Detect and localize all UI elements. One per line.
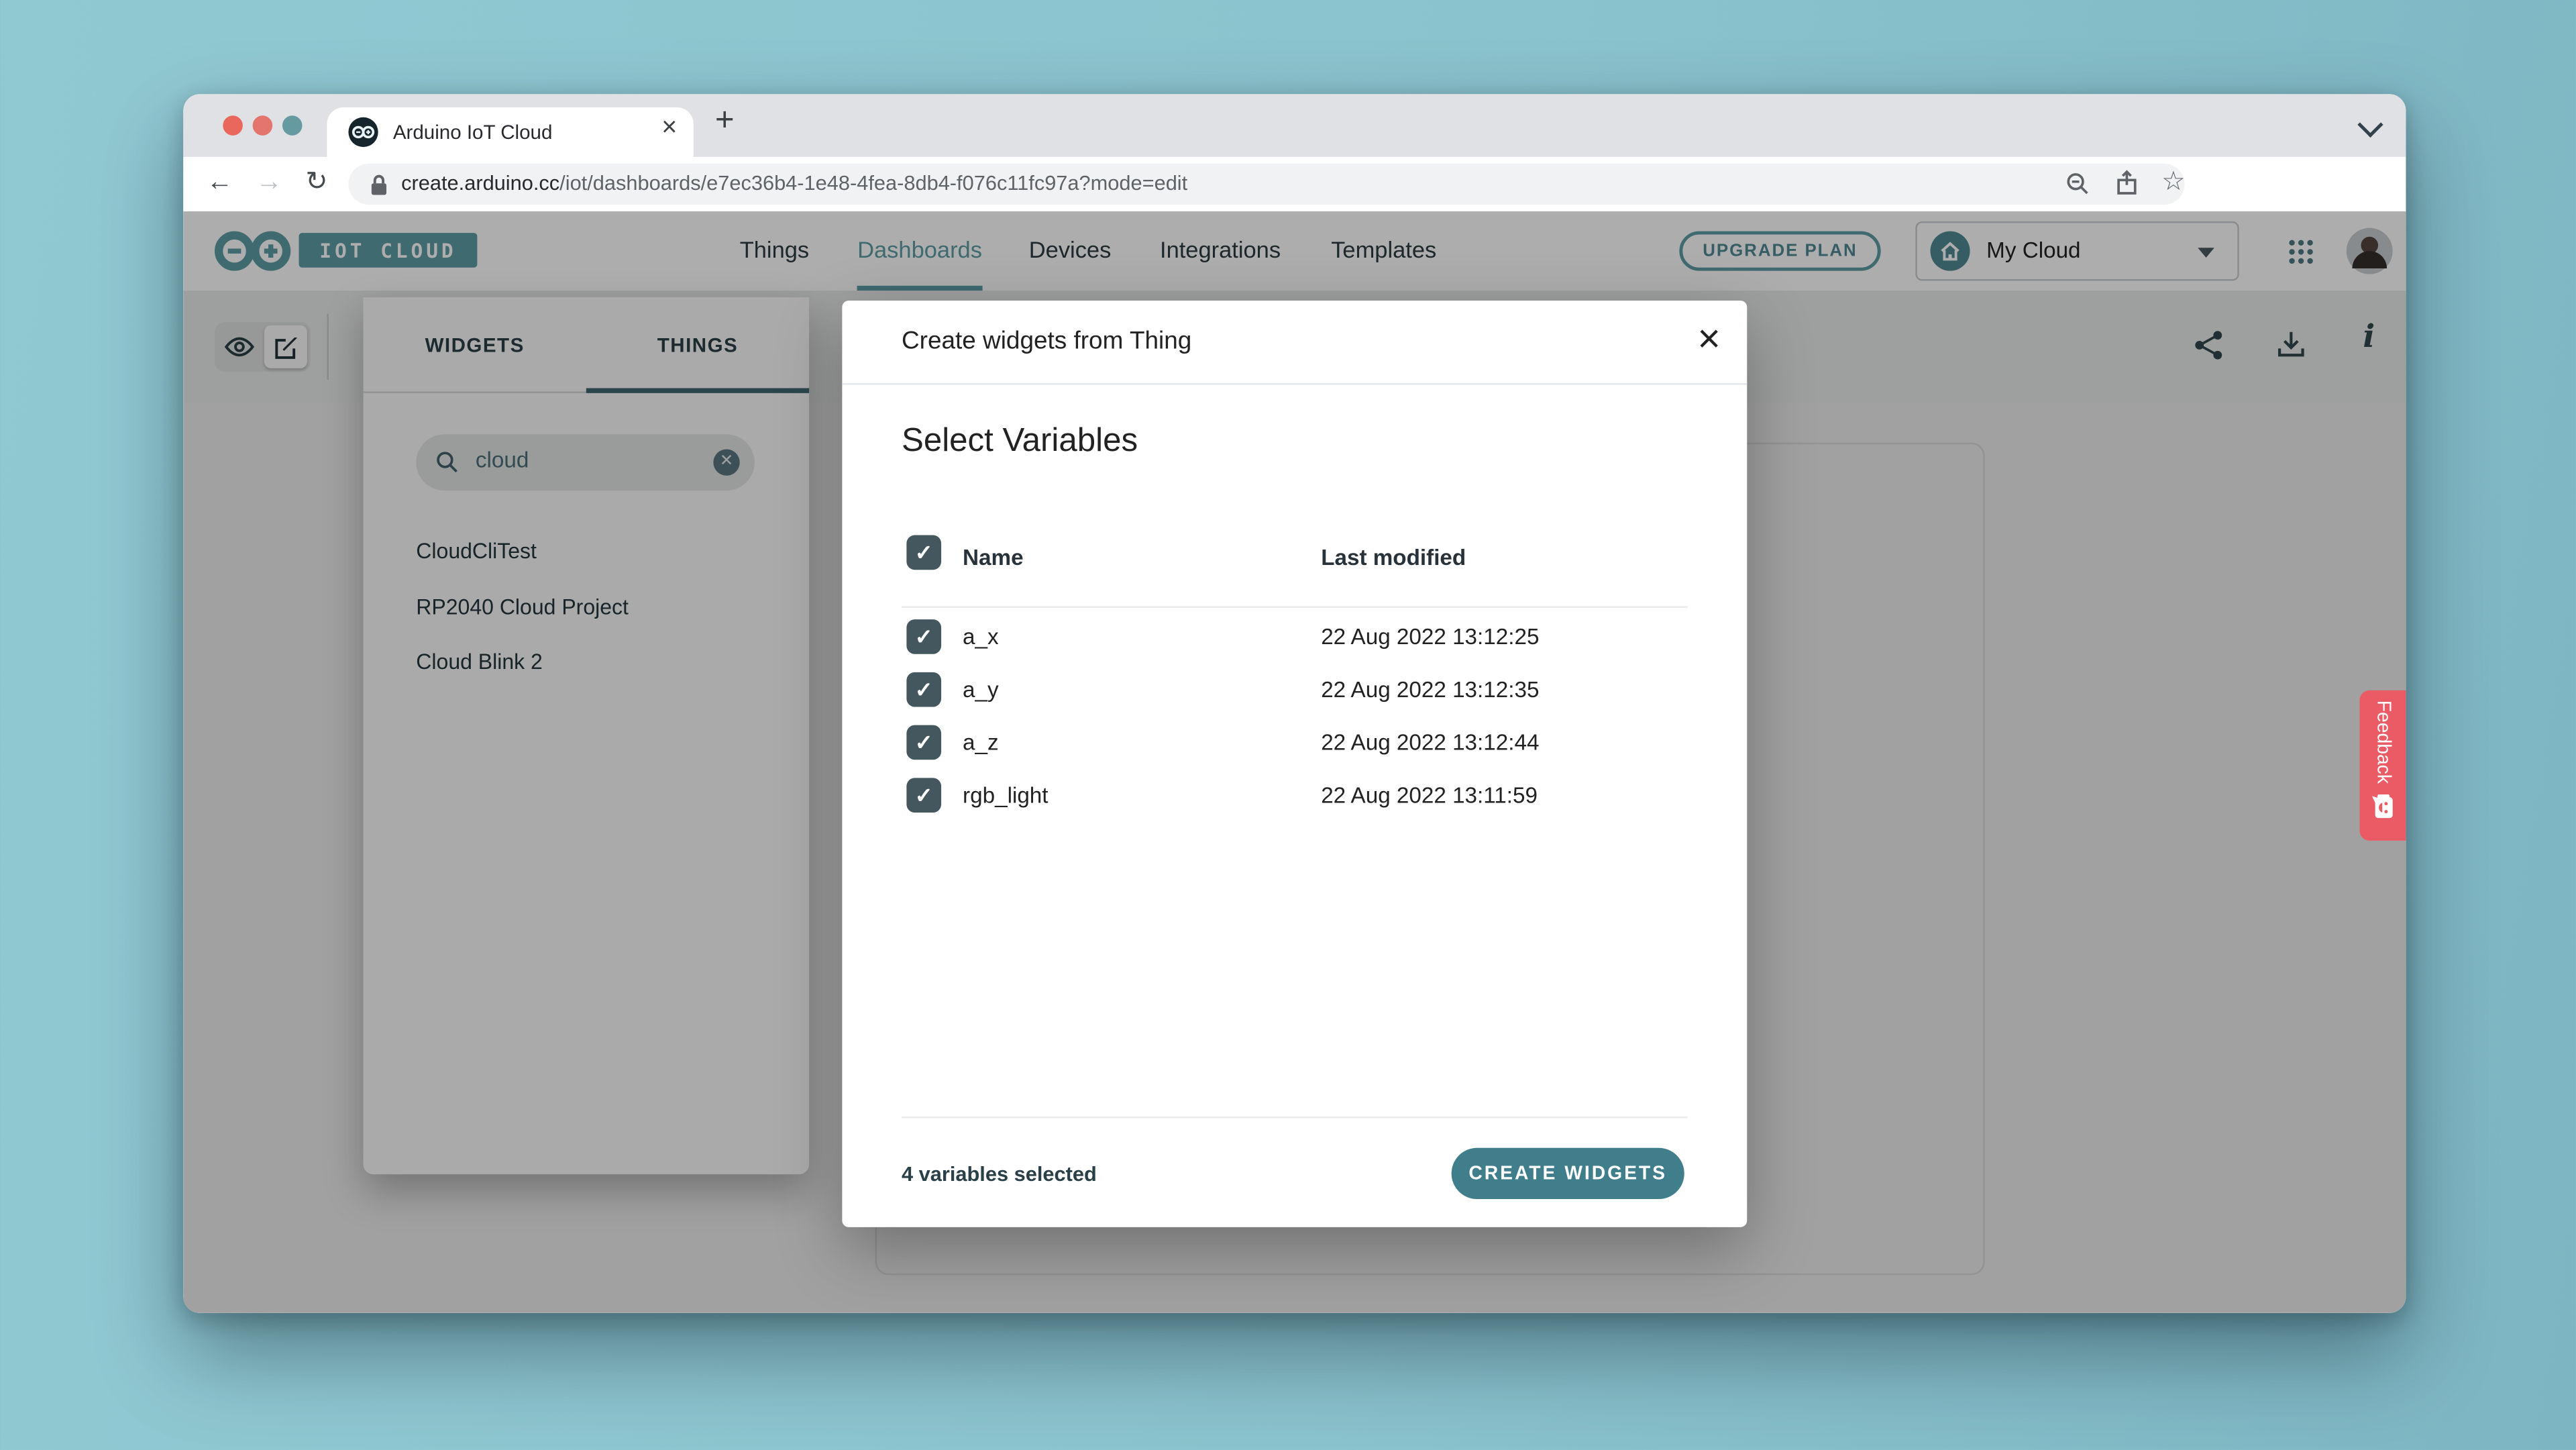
- modal-header: Create widgets from Thing ×: [842, 301, 1747, 385]
- variable-name: a_x: [963, 624, 999, 649]
- reload-button[interactable]: ↻: [305, 165, 327, 201]
- window-zoom-button[interactable]: [282, 115, 303, 136]
- variable-last-modified: 22 Aug 2022 13:11:59: [1321, 783, 1538, 808]
- lock-icon: [370, 173, 388, 196]
- variable-checkbox[interactable]: ✓: [906, 672, 941, 707]
- variable-name: rgb_light: [963, 783, 1048, 808]
- variable-name: a_y: [963, 677, 999, 702]
- create-widgets-modal: Create widgets from Thing × Select Varia…: [842, 301, 1747, 1227]
- variable-last-modified: 22 Aug 2022 13:12:35: [1321, 677, 1539, 702]
- modal-close-icon[interactable]: ×: [1697, 315, 1720, 365]
- variable-checkbox[interactable]: ✓: [906, 778, 941, 813]
- arduino-favicon-icon: [348, 117, 378, 147]
- browser-tab-strip: Arduino IoT Cloud × +: [183, 94, 2406, 157]
- variable-checkbox[interactable]: ✓: [906, 725, 941, 760]
- column-last-modified: Last modified: [1321, 545, 1466, 570]
- selected-count-text: 4 variables selected: [902, 1163, 1097, 1186]
- bookmark-star-icon[interactable]: ☆: [2161, 165, 2185, 198]
- window-close-button[interactable]: [223, 115, 243, 136]
- variable-row: ✓ a_y 22 Aug 2022 13:12:35: [842, 669, 1747, 712]
- create-widgets-button[interactable]: CREATE WIDGETS: [1452, 1148, 1684, 1199]
- modal-title: Create widgets from Thing: [902, 327, 1191, 355]
- browser-tab[interactable]: Arduino IoT Cloud ×: [327, 107, 693, 157]
- zoom-out-icon[interactable]: [2065, 172, 2090, 197]
- feedback-tab-inner: Feedback: [2359, 690, 2406, 841]
- desktop: Arduino IoT Cloud × + ← → ↻ create.ardui…: [0, 0, 2576, 1450]
- modal-footer-divider: [902, 1117, 1688, 1118]
- variable-last-modified: 22 Aug 2022 13:12:25: [1321, 624, 1539, 649]
- variable-last-modified: 22 Aug 2022 13:12:44: [1321, 730, 1539, 755]
- address-bar[interactable]: create.arduino.cc/iot/dashboards/e7ec36b…: [348, 164, 2184, 205]
- variables-table-header: ✓ Name Last modified: [842, 532, 1747, 592]
- column-name: Name: [963, 545, 1024, 570]
- feedback-tab[interactable]: Feedback: [2359, 690, 2406, 841]
- url-path: /iot/dashboards/e7ec36b4-1e48-4fea-8db4-…: [559, 172, 1187, 195]
- tab-close-icon[interactable]: ×: [661, 114, 677, 144]
- forward-button[interactable]: →: [256, 165, 282, 201]
- url-text: create.arduino.cc/iot/dashboards/e7ec36b…: [401, 172, 1187, 195]
- back-button[interactable]: ←: [207, 165, 233, 201]
- variable-row: ✓ a_x 22 Aug 2022 13:12:25: [842, 616, 1747, 659]
- variable-row: ✓ rgb_light 22 Aug 2022 13:11:59: [842, 774, 1747, 817]
- tab-title: Arduino IoT Cloud: [393, 121, 553, 144]
- share-page-icon[interactable]: [2115, 170, 2138, 197]
- new-tab-button[interactable]: +: [715, 103, 735, 141]
- variable-row: ✓ a_z 22 Aug 2022 13:12:44: [842, 722, 1747, 765]
- url-host: create.arduino.cc: [401, 172, 559, 195]
- variable-checkbox[interactable]: ✓: [906, 619, 941, 654]
- browser-toolbar: ← → ↻ create.arduino.cc/iot/dashboards/e…: [183, 157, 2406, 213]
- select-all-checkbox[interactable]: ✓: [906, 535, 941, 570]
- feedback-label: Feedback: [2373, 701, 2393, 784]
- select-variables-heading: Select Variables: [902, 423, 1138, 461]
- tab-search-chevron-icon[interactable]: [2357, 112, 2383, 138]
- browser-window: Arduino IoT Cloud × + ← → ↻ create.ardui…: [183, 94, 2406, 1313]
- table-header-divider: [902, 606, 1688, 607]
- window-minimize-button[interactable]: [253, 115, 273, 136]
- feedback-smiley-icon: [2371, 794, 2394, 819]
- variable-name: a_z: [963, 730, 999, 755]
